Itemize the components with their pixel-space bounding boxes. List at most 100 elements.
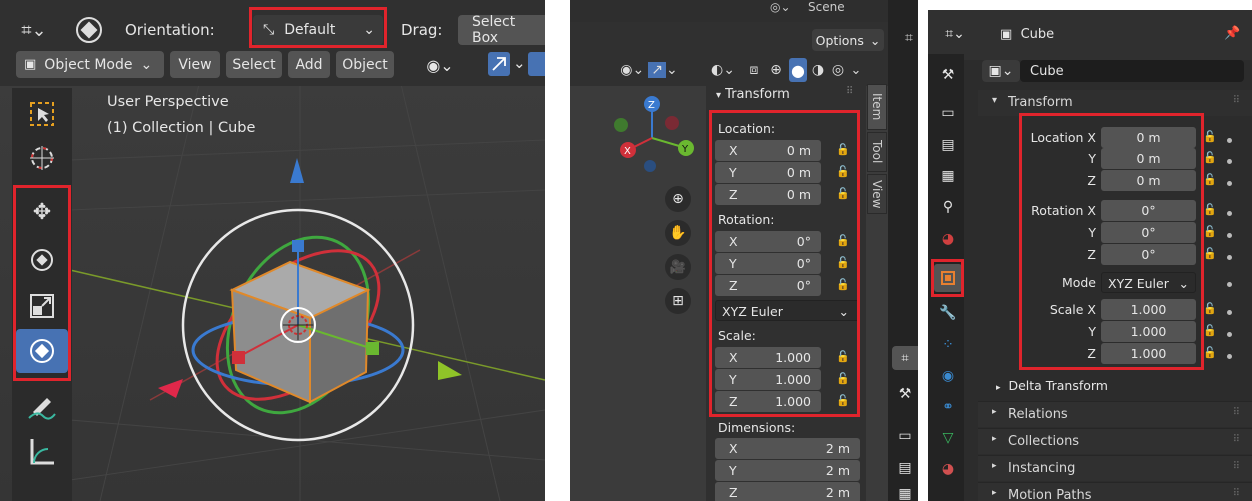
rotation-x-field[interactable]: 0° [1101,200,1196,221]
keyframe-dot-icon[interactable] [1227,255,1232,260]
lock-icon[interactable]: 🔓 [836,165,850,178]
lock-icon[interactable]: 🔓 [836,143,850,156]
dimension-x-field[interactable]: X 2 m [715,438,860,459]
menu-view[interactable]: View [170,51,220,78]
material-icon[interactable]: ◕ [936,457,960,481]
lock-icon[interactable]: 🔓 [1203,225,1217,238]
mesh-data-icon[interactable]: ▽ [936,426,960,450]
tab-item[interactable]: Item [867,84,887,130]
location-z-field[interactable]: Z 0 m [715,184,821,205]
lock-icon[interactable]: 🔓 [836,278,850,291]
keyframe-dot-icon[interactable] [1227,310,1232,315]
rotation-y-field[interactable]: Y 0° [715,253,821,274]
location-y-field[interactable]: 0 m [1101,148,1196,169]
editor-type-icon[interactable]: ⌗ [892,346,918,370]
transform-pivot-icon[interactable] [72,14,106,46]
measure-icon[interactable] [16,432,68,472]
lock-icon[interactable]: 🔓 [836,256,850,269]
pan-hand-icon[interactable]: ✋ [665,220,691,246]
motion-paths-section[interactable]: ▸ Motion Paths ⠿ [978,482,1252,501]
keyframe-dot-icon[interactable] [1227,354,1232,359]
editor-type-icon[interactable]: ⌗⌄ [14,16,54,44]
chevron-down-icon[interactable]: ⌄ [849,58,863,82]
rendered-shading-icon[interactable]: ◎ [829,58,847,82]
render-properties-icon[interactable]: ▭ [936,101,960,125]
tool-properties-icon[interactable]: ⚒ [936,63,960,87]
scale-y-field[interactable]: Y 1.000 [715,369,821,390]
rotation-mode-dropdown[interactable]: XYZ Euler ⌄ [1101,272,1196,293]
scale-x-field[interactable]: 1.000 [1101,299,1196,320]
view-layer-icon[interactable]: ▦ [936,164,960,188]
rotation-x-field[interactable]: X 0° [715,231,821,252]
location-z-field[interactable]: 0 m [1101,170,1196,191]
object-properties-icon[interactable] [934,264,962,292]
keyframe-dot-icon[interactable] [1227,159,1232,164]
constraints-icon[interactable]: ⚭ [936,395,960,419]
lock-icon[interactable]: 🔓 [1203,173,1217,186]
world-icon[interactable]: ◕ [936,227,960,251]
camera-icon[interactable]: 🎥 [665,254,691,280]
cursor-icon[interactable] [16,138,68,178]
lock-icon[interactable]: 🔓 [836,187,850,200]
visibility-eye-icon[interactable]: ◉⌄ [418,52,462,78]
lock-icon[interactable]: 🔓 [1203,247,1217,260]
scale-z-field[interactable]: 1.000 [1101,343,1196,364]
perspective-grid-icon[interactable]: ⊞ [665,288,691,314]
rotation-z-field[interactable]: 0° [1101,244,1196,265]
menu-object[interactable]: Object [336,51,394,78]
transform-icon[interactable] [16,329,68,373]
rotation-y-field[interactable]: 0° [1101,222,1196,243]
output-properties-icon[interactable]: ▤ [936,133,960,157]
scene-properties-icon[interactable]: ⚲ [936,195,960,219]
keyframe-dot-icon[interactable] [1227,233,1232,238]
scale-z-field[interactable]: Z 1.000 [715,391,821,412]
output-properties-icon[interactable]: ▤ [892,456,918,480]
delta-transform-subpanel[interactable]: ▸ Delta Transform [996,378,1108,393]
chevron-down-icon[interactable]: ⌄ [513,54,526,72]
mode-dropdown[interactable]: ▣ Object Mode ⌄ [16,51,164,78]
keyframe-dot-icon[interactable] [1227,332,1232,337]
lock-icon[interactable]: 🔓 [1203,324,1217,337]
view-layer-icon[interactable]: ▦ [892,486,918,501]
pin-icon[interactable]: 📌 [1224,26,1240,41]
keyframe-dot-icon[interactable] [1227,138,1232,143]
tab-tool[interactable]: Tool [867,132,887,172]
lock-icon[interactable]: 🔓 [836,234,850,247]
keyframe-dot-icon[interactable] [1227,181,1232,186]
menu-add[interactable]: Add [288,51,330,78]
gizmo-toggle-icon[interactable] [488,52,510,76]
lock-icon[interactable]: 🔓 [1203,346,1217,359]
scale-icon[interactable] [16,284,68,328]
visibility-eye-icon[interactable]: ◉⌄ ↗ ⌄ [604,58,694,82]
lock-icon[interactable]: 🔓 [836,372,850,385]
lock-icon[interactable]: 🔓 [1203,203,1217,216]
scale-y-field[interactable]: 1.000 [1101,321,1196,342]
object-name-input[interactable]: Cube [1020,60,1244,82]
drag-handle-icon[interactable]: ⠿ [846,86,853,97]
transform-section[interactable]: ▾ Transform ⠿ [978,90,1252,116]
transform-panel-header[interactable]: ▾ Transform [716,87,790,102]
instancing-section[interactable]: ▸ Instancing ⠿ [978,455,1252,481]
wireframe-shading-icon[interactable]: ⊕ [767,58,785,82]
rotation-mode-dropdown[interactable]: XYZ Euler ⌄ [715,300,860,321]
physics-icon[interactable]: ◉ [936,364,960,388]
collections-section[interactable]: ▸ Collections ⠿ [978,428,1252,454]
lock-icon[interactable]: 🔓 [1203,302,1217,315]
select-box-icon[interactable] [16,92,68,136]
scene-icon[interactable]: ◎⌄ [770,0,791,14]
lock-icon[interactable]: 🔓 [1203,130,1217,143]
overlay-icon[interactable]: ◐⌄ [706,58,740,82]
editor-type-icon[interactable]: ⌗ [900,27,918,49]
material-shading-icon[interactable]: ◑ [809,58,827,82]
rotate-icon[interactable] [16,238,68,282]
render-properties-icon[interactable]: ▭ [892,424,918,448]
xray-icon[interactable]: ⧈ [745,58,763,82]
particles-icon[interactable]: ⁘ [936,333,960,357]
move-icon[interactable]: ✥ [16,190,68,234]
keyframe-dot-icon[interactable] [1227,211,1232,216]
zoom-icon[interactable]: ⊕ [665,186,691,212]
lock-icon[interactable]: 🔓 [836,350,850,363]
tool-properties-icon[interactable]: ⚒ [892,382,918,406]
tab-view[interactable]: View [867,174,887,214]
modifier-wrench-icon[interactable]: 🔧 [936,301,960,325]
